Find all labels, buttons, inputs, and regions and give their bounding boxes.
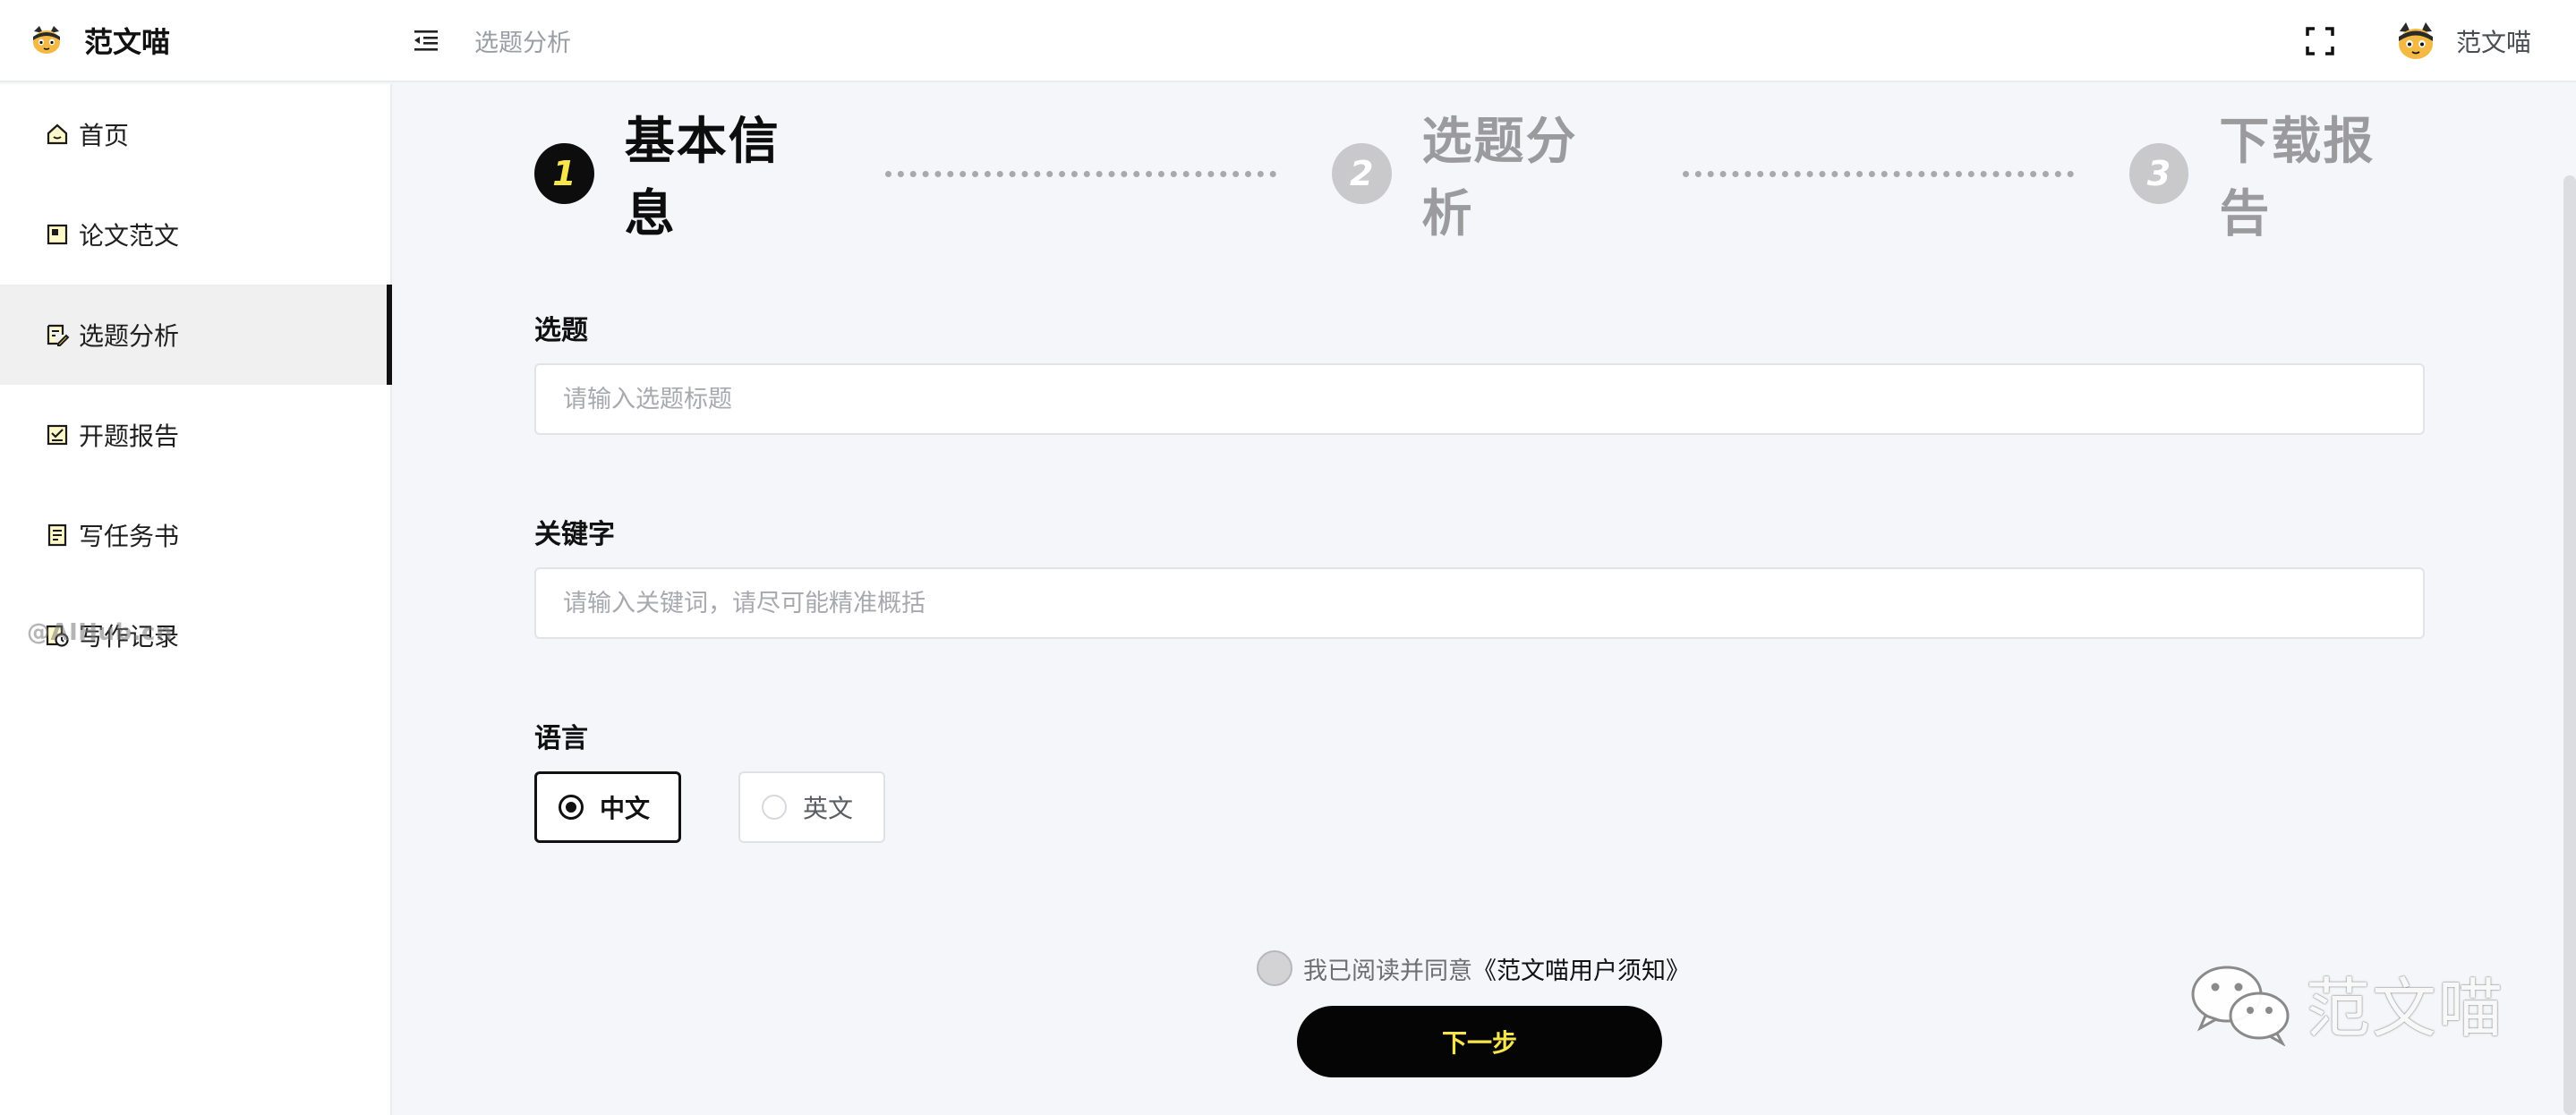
radio-label: 中文	[600, 794, 651, 823]
step-connector	[885, 170, 1276, 177]
sidebar-item-home[interactable]: 首页	[0, 84, 390, 184]
sidebar-item-label: 首页	[79, 121, 130, 150]
step-basic-info: 1 基本信息	[534, 101, 828, 246]
brand[interactable]: 范文喵	[0, 0, 392, 81]
cat-logo-icon	[33, 26, 60, 54]
step-number: 1	[534, 143, 594, 204]
keywords-input[interactable]	[534, 567, 2425, 639]
topic-label: 选题	[534, 315, 588, 346]
step-download-report: 3 下载报告	[2128, 101, 2423, 246]
step-topic-analysis: 2 选题分析	[1331, 101, 1625, 246]
user-name[interactable]: 范文喵	[2456, 23, 2531, 59]
agreement-checkbox[interactable]	[1257, 950, 1292, 986]
wechat-icon	[2191, 966, 2290, 1046]
sidebar-item-task-book[interactable]: 写任务书	[0, 485, 390, 585]
radio-checked-icon	[559, 795, 584, 820]
paper-icon	[45, 222, 70, 247]
agreement-row: 我已阅读并同意 《范文喵用户须知》	[1257, 949, 1690, 988]
next-button[interactable]: 下一步	[1297, 1006, 1662, 1077]
scrollbar[interactable]	[2563, 175, 2576, 1115]
edit-doc-icon	[45, 322, 70, 347]
language-label: 语言	[534, 723, 588, 754]
fullscreen-icon[interactable]	[2304, 25, 2336, 57]
language-option-english[interactable]: 英文	[738, 771, 885, 843]
breadcrumb: 选题分析	[474, 29, 571, 57]
notebook-icon	[45, 523, 70, 548]
keywords-label: 关键字	[534, 519, 615, 550]
avatar[interactable]	[2393, 19, 2438, 64]
wechat-watermark: 范文喵	[2188, 956, 2504, 1050]
agreement-text: 我已阅读并同意	[1303, 957, 1472, 985]
user-notice-link[interactable]: 《范文喵用户须知》	[1472, 951, 1690, 986]
brand-name: 范文喵	[84, 25, 171, 59]
sidebar-item-topic-analysis[interactable]: 选题分析	[0, 285, 392, 385]
sidebar-item-label: 选题分析	[79, 321, 180, 351]
stepper: 1 基本信息 2 选题分析 3 下载报告	[534, 113, 2423, 243]
step-number: 3	[2128, 143, 2189, 204]
menu-fold-icon[interactable]	[408, 22, 444, 58]
topic-input[interactable]	[534, 363, 2425, 435]
step-label: 下载报告	[2219, 113, 2376, 243]
step-number: 2	[1331, 143, 1392, 204]
sidebar-item-papers[interactable]: 论文范文	[0, 184, 390, 285]
radio-label: 英文	[803, 794, 854, 823]
top-bar: 范文喵 选题分析 范文喵	[0, 0, 2576, 82]
sidebar-item-proposal[interactable]: 开题报告	[0, 385, 390, 485]
step-connector	[1683, 170, 2074, 177]
radio-unchecked-icon	[762, 795, 787, 820]
checklist-icon	[45, 422, 70, 447]
watermark-text: 范文喵	[2306, 971, 2505, 1046]
home-icon	[45, 122, 70, 147]
language-option-chinese[interactable]: 中文	[534, 771, 681, 843]
watermark-aihub: @AIHub.cn	[27, 619, 173, 646]
step-label: 基本信息	[624, 113, 780, 243]
sidebar-item-label: 写任务书	[79, 522, 180, 551]
sidebar-item-label: 开题报告	[79, 421, 180, 451]
sidebar-item-label: 论文范文	[79, 221, 180, 251]
sidebar: 首页 论文范文 选题分析 开题报告 写任务书 写作记录 @AIHub.cn	[0, 84, 392, 1115]
step-label: 选题分析	[1421, 113, 1578, 243]
